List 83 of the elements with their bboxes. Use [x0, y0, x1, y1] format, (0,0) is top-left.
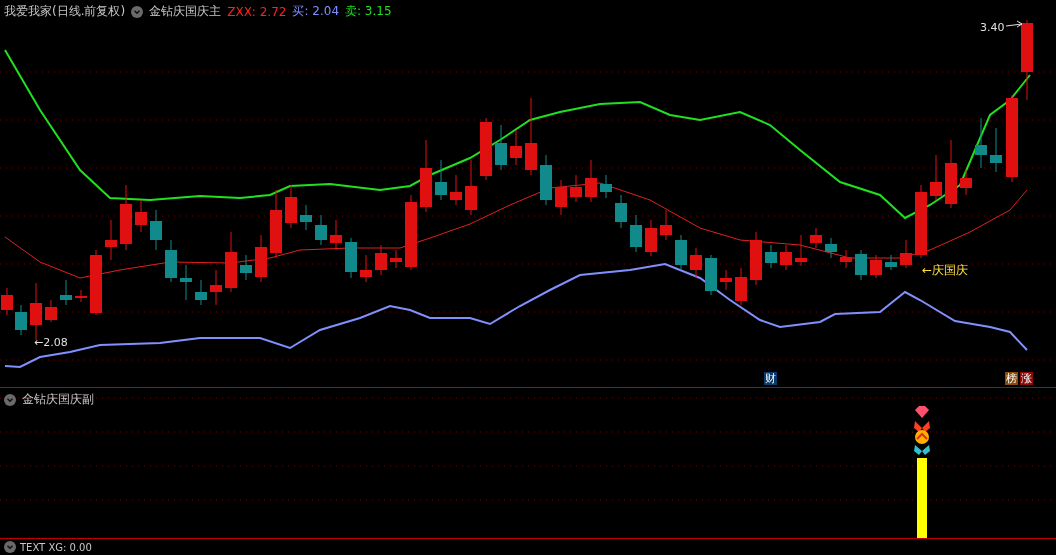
candlestick [120, 184, 132, 251]
candlestick [765, 244, 777, 269]
candlestick [930, 154, 942, 201]
candlestick [135, 199, 147, 233]
low-price-label: ←2.08 [34, 336, 68, 349]
candlestick [90, 249, 102, 316]
indicator-reading: 买: 2.04 [292, 3, 339, 20]
indicator-reading: 卖: 3.15 [345, 3, 392, 20]
candlestick [195, 279, 207, 306]
candlestick [150, 209, 162, 251]
candlestick [465, 159, 477, 216]
event-marker[interactable]: 财 [764, 372, 777, 385]
candlestick [615, 194, 627, 229]
candlestick [345, 237, 357, 279]
dropdown-icon[interactable] [4, 541, 16, 553]
stock-title: 我爱我家(日线.前复权) [4, 3, 126, 20]
candlestick [210, 269, 222, 306]
candlestick [225, 231, 237, 293]
candlestick [780, 244, 792, 271]
candlestick [825, 237, 837, 259]
signal-label: ←庆国庆 [922, 262, 969, 279]
candlestick [1, 287, 13, 316]
candlestick [720, 269, 732, 291]
candlestick [945, 139, 957, 209]
candlestick [870, 254, 882, 279]
candlestick [540, 154, 552, 206]
candlestick [480, 117, 492, 181]
candlestick [705, 254, 717, 296]
candlestick [600, 174, 612, 199]
candlestick [510, 129, 522, 166]
candlestick [990, 127, 1002, 173]
candlestick [735, 267, 747, 306]
indicator-reading: ZXX: 2.72 [227, 4, 287, 19]
butterfly-icon [914, 445, 930, 455]
candlestick [975, 117, 987, 169]
candlestick [435, 159, 447, 201]
event-marker[interactable]: 涨 [1020, 372, 1033, 385]
indicator-name: 金钻庆国庆主 [149, 3, 222, 20]
candlestick [855, 249, 867, 281]
indicator-reading: TEXT XG: 0.00 [20, 541, 92, 553]
candlestick [255, 234, 267, 283]
candlestick [555, 179, 567, 216]
high-price-label: 3.40 [980, 21, 1005, 34]
candlestick [900, 239, 912, 269]
candlestick [690, 247, 702, 279]
candlestick [795, 234, 807, 267]
candlestick [810, 227, 822, 249]
candlestick [300, 204, 312, 231]
candlestick [585, 159, 597, 203]
candlestick [75, 289, 87, 303]
event-marker[interactable]: 榜 [1005, 372, 1018, 385]
candlestick [450, 174, 462, 206]
candlestick [660, 209, 672, 241]
candlestick [15, 304, 27, 336]
candlestick [180, 264, 192, 301]
pointer-arrow [1005, 20, 1023, 28]
candlestick [885, 254, 897, 271]
candlestick [645, 219, 657, 257]
candlestick [315, 214, 327, 246]
candlestick [360, 254, 372, 283]
candlestick [390, 249, 402, 269]
candlestick [375, 244, 387, 276]
indicator-name: 金钻庆国庆副 [22, 391, 94, 408]
dropdown-icon[interactable] [131, 5, 144, 18]
candlestick [60, 279, 72, 306]
candlestick [165, 239, 177, 283]
candlestick [750, 231, 762, 286]
candlestick [840, 249, 852, 269]
candlestick [330, 219, 342, 251]
candlestick [240, 254, 252, 281]
candlestick [105, 219, 117, 261]
candlestick [285, 184, 297, 229]
dropdown-icon[interactable] [4, 393, 16, 406]
candlestick [495, 124, 507, 171]
candlestick [270, 189, 282, 259]
butterfly-icon [914, 421, 930, 432]
candlestick [570, 174, 582, 203]
candlestick [630, 214, 642, 253]
candlestick [45, 299, 57, 323]
candlestick [960, 169, 972, 196]
candlestick [675, 234, 687, 271]
badge-icon [915, 430, 929, 444]
gem-icon [915, 406, 929, 418]
